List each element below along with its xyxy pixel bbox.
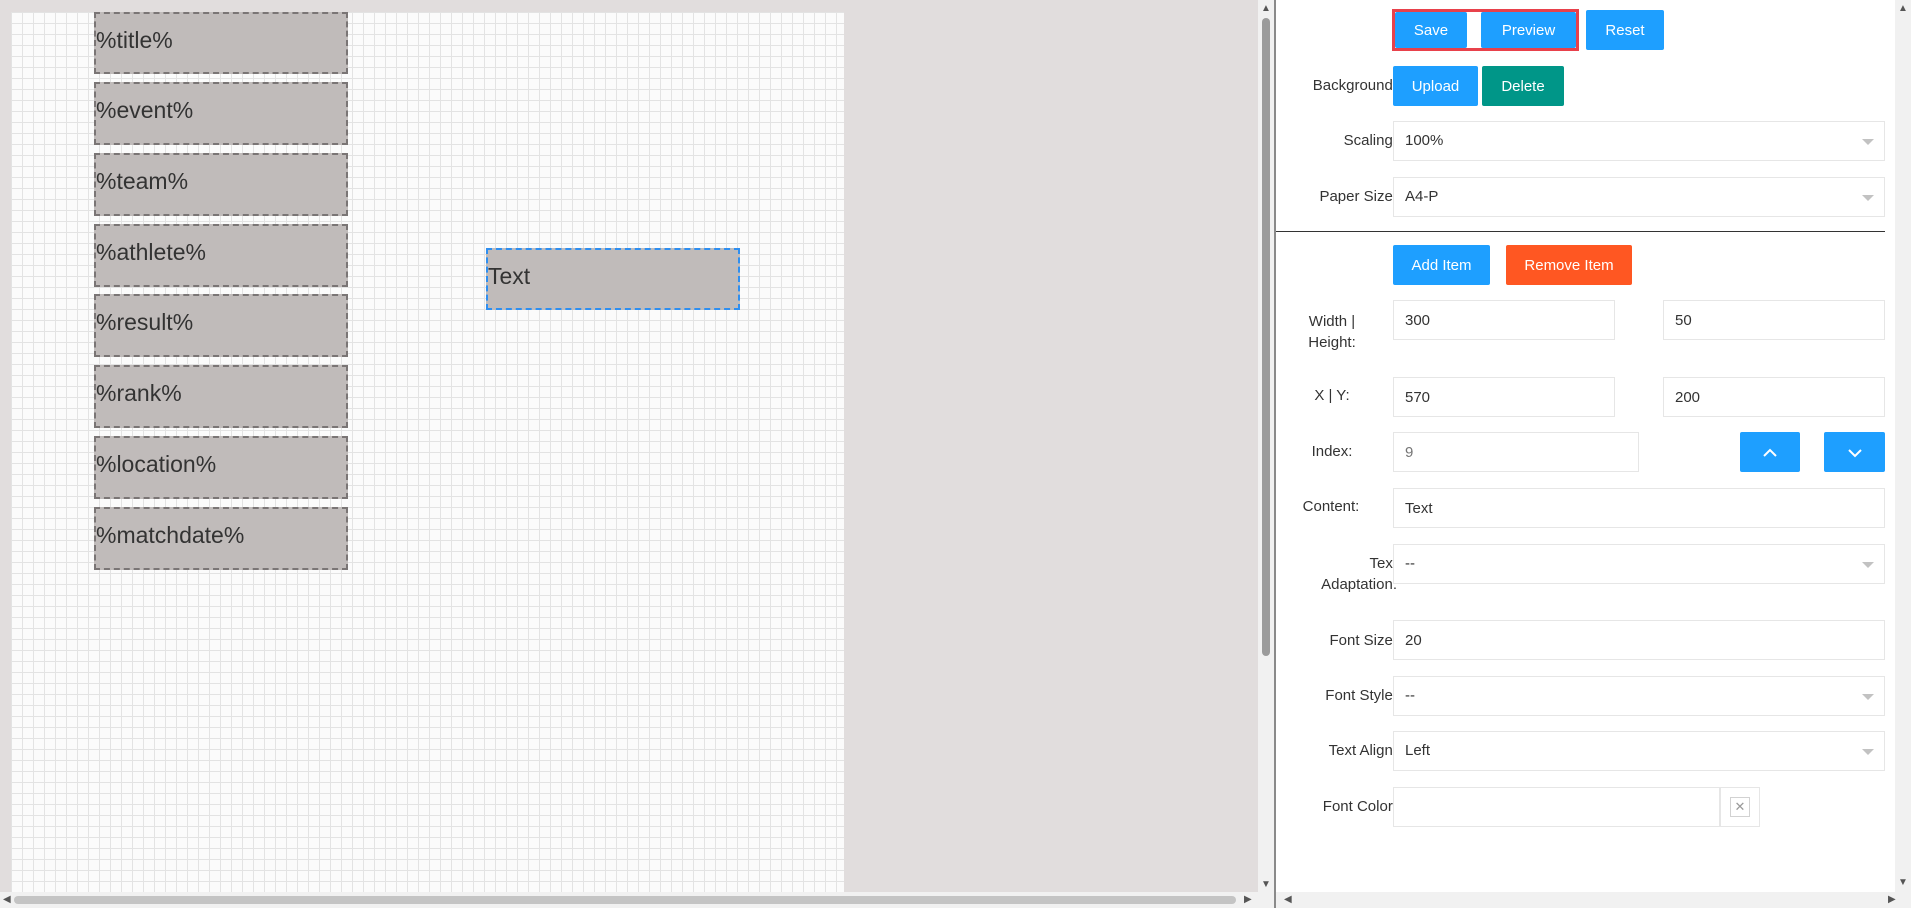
chevron-down-icon xyxy=(1862,195,1874,201)
x-input[interactable] xyxy=(1393,377,1615,417)
height-input[interactable] xyxy=(1663,300,1885,340)
canvas-item-event[interactable]: %event% xyxy=(94,82,348,145)
index-input xyxy=(1393,432,1639,472)
color-picker-button[interactable]: ✕ xyxy=(1720,787,1760,827)
scaling-value: 100% xyxy=(1405,132,1444,149)
panel-horizontal-scrollbar[interactable]: ◀ ▶ xyxy=(1276,892,1911,908)
font-color-input[interactable] xyxy=(1393,787,1720,827)
add-item-button[interactable]: Add Item xyxy=(1393,245,1490,285)
scroll-down-arrow-icon[interactable]: ▼ xyxy=(1261,880,1271,890)
chevron-down-icon xyxy=(1862,749,1874,755)
paper-size-select[interactable]: A4-P xyxy=(1393,177,1885,217)
save-button[interactable]: Save xyxy=(1395,12,1467,48)
text-adaptation-value: -- xyxy=(1405,555,1415,572)
paper-size-label: Paper Size: xyxy=(1319,188,1397,205)
font-style-select[interactable]: -- xyxy=(1393,676,1885,716)
canvas-area: %title% %event% %team% %athlete% %result… xyxy=(0,0,1258,908)
font-color-label: Font Color: xyxy=(1322,798,1397,815)
canvas-vertical-scrollbar[interactable]: ▲ ▼ xyxy=(1258,0,1274,908)
scroll-right-arrow-icon[interactable]: ▶ xyxy=(1888,895,1896,905)
canvas-item-selected-text[interactable]: Text xyxy=(486,248,740,310)
width-input[interactable] xyxy=(1393,300,1615,340)
canvas-horizontal-scroll-thumb[interactable] xyxy=(14,896,1236,904)
scroll-right-arrow-icon[interactable]: ▶ xyxy=(1244,895,1252,905)
background-label: Background: xyxy=(1312,77,1397,94)
canvas-vertical-scroll-thumb[interactable] xyxy=(1262,18,1270,656)
text-adaptation-label: Text Adaptation: xyxy=(1297,553,1397,595)
text-adaptation-label-line2: Adaptation: xyxy=(1321,576,1397,593)
canvas-item-team[interactable]: %team% xyxy=(94,153,348,216)
canvas-item-matchdate[interactable]: %matchdate% xyxy=(94,507,348,570)
scroll-up-arrow-icon[interactable]: ▲ xyxy=(1261,4,1271,14)
reset-button[interactable]: Reset xyxy=(1586,10,1664,50)
font-style-value: -- xyxy=(1405,687,1415,704)
chevron-down-icon xyxy=(1862,694,1874,700)
canvas-item-title[interactable]: %title% xyxy=(94,12,348,74)
scroll-up-arrow-icon[interactable]: ▲ xyxy=(1898,4,1908,14)
width-height-label-line1: Width | xyxy=(1308,313,1356,330)
text-adaptation-select[interactable]: -- xyxy=(1393,544,1885,584)
scaling-select[interactable]: 100% xyxy=(1393,121,1885,161)
width-height-label-line2: Height: xyxy=(1308,334,1356,351)
chevron-down-icon xyxy=(1862,562,1874,568)
panel-vertical-scrollbar[interactable]: ▲ ▼ xyxy=(1895,0,1911,892)
text-align-value: Left xyxy=(1405,742,1431,759)
xy-label: X | Y: xyxy=(1314,387,1350,404)
close-icon: ✕ xyxy=(1730,797,1750,817)
content-input[interactable] xyxy=(1393,488,1885,528)
upload-button[interactable]: Upload xyxy=(1393,66,1478,106)
index-down-button[interactable] xyxy=(1824,432,1885,472)
chevron-down-icon xyxy=(1862,139,1874,145)
index-label: Index: xyxy=(1311,443,1353,460)
text-align-select[interactable]: Left xyxy=(1393,731,1885,771)
y-input[interactable] xyxy=(1663,377,1885,417)
font-size-input[interactable] xyxy=(1393,620,1885,660)
scroll-down-arrow-icon[interactable]: ▼ xyxy=(1898,878,1908,888)
chevron-up-icon xyxy=(1763,448,1777,457)
canvas-item-rank[interactable]: %rank% xyxy=(94,365,348,428)
text-align-label: Text Align: xyxy=(1328,742,1397,759)
scaling-label: Scaling: xyxy=(1343,132,1397,149)
font-size-label: Font Size: xyxy=(1329,632,1397,649)
canvas-item-result[interactable]: %result% xyxy=(94,294,348,357)
section-divider xyxy=(1276,231,1885,232)
canvas-item-location[interactable]: %location% xyxy=(94,436,348,499)
scroll-left-arrow-icon[interactable]: ◀ xyxy=(3,895,11,905)
width-height-label: Width | Height: xyxy=(1297,311,1367,353)
canvas-item-athlete[interactable]: %athlete% xyxy=(94,224,348,287)
canvas-horizontal-scrollbar[interactable]: ◀ ▶ xyxy=(0,892,1258,908)
delete-button[interactable]: Delete xyxy=(1482,66,1564,106)
remove-item-button[interactable]: Remove Item xyxy=(1506,245,1632,285)
index-up-button[interactable] xyxy=(1740,432,1800,472)
font-style-label: Font Style: xyxy=(1325,687,1397,704)
paper-canvas[interactable]: %title% %event% %team% %athlete% %result… xyxy=(11,12,844,892)
chevron-down-icon xyxy=(1847,449,1862,458)
scroll-left-arrow-icon[interactable]: ◀ xyxy=(1284,895,1292,905)
paper-size-value: A4-P xyxy=(1405,188,1439,205)
text-adaptation-label-line1: Text xyxy=(1369,555,1397,572)
content-label: Content: xyxy=(1302,498,1360,515)
preview-button[interactable]: Preview xyxy=(1481,12,1576,48)
